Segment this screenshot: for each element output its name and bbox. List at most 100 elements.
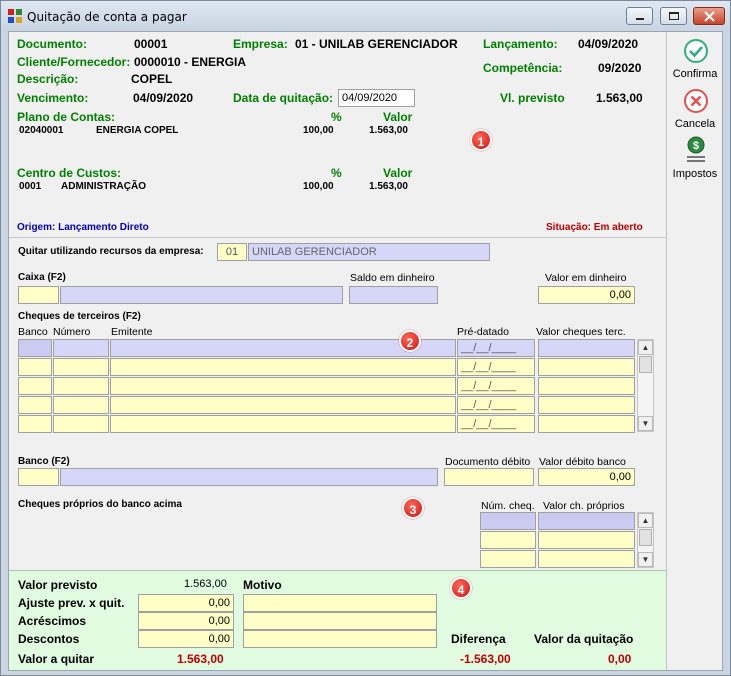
cheque-predatado-cell[interactable]: __/__/____	[457, 377, 535, 395]
cancela-button[interactable]: Cancela	[667, 86, 723, 132]
cheque-predatado-cell[interactable]: __/__/____	[457, 339, 535, 357]
minimize-button[interactable]	[626, 7, 653, 25]
diferenca-label: Diferença	[451, 632, 506, 646]
cheque-emitente-cell[interactable]	[110, 377, 456, 395]
valor-dinheiro-input[interactable]: 0,00	[538, 286, 635, 304]
cheque-banco-cell[interactable]	[18, 339, 52, 357]
centro-title: Centro de Custos:	[17, 166, 122, 180]
quitar-label: Quitar utilizando recursos da empresa:	[18, 246, 204, 257]
descontos-input[interactable]: 0,00	[138, 630, 234, 648]
acrescimos-input[interactable]: 0,00	[138, 612, 234, 630]
cheque-banco-cell[interactable]	[18, 377, 52, 395]
col-num-cheq: Núm. cheq.	[481, 500, 535, 512]
scroll-up-icon[interactable]: ▲	[638, 513, 653, 528]
scroll-down-icon[interactable]: ▼	[638, 552, 653, 567]
confirma-label: Confirma	[672, 68, 718, 80]
proprio-valor-cell[interactable]	[538, 512, 635, 530]
form-body: Documento: 00001 Empresa: 01 - UNILAB GE…	[8, 31, 723, 671]
scroll-thumb[interactable]	[639, 529, 652, 546]
cheque-valor-cell[interactable]	[538, 415, 635, 433]
motivo-descontos-input[interactable]	[243, 630, 437, 648]
cheque-numero-cell[interactable]	[53, 358, 109, 376]
valor-dinheiro-label: Valor em dinheiro	[545, 272, 627, 284]
impostos-button[interactable]: $ Impostos	[667, 136, 723, 182]
empresa-label: Empresa:	[233, 37, 288, 51]
data-quitacao-input[interactable]: 04/09/2020	[338, 89, 415, 107]
quitar-empresa-code[interactable]: 01	[217, 243, 247, 261]
scroll-down-icon[interactable]: ▼	[638, 416, 653, 431]
valor-debito-input[interactable]: 0,00	[538, 468, 635, 486]
cheque-numero-cell[interactable]	[53, 377, 109, 395]
valor-previsto-value: 1.563,00	[184, 578, 227, 590]
cheque-numero-cell[interactable]	[53, 339, 109, 357]
cheque-predatado-cell[interactable]: __/__/____	[457, 396, 535, 414]
plano-title: Plano de Contas:	[17, 110, 116, 124]
cheque-banco-cell[interactable]	[18, 358, 52, 376]
plano-row-pct: 100,00	[303, 125, 334, 136]
cheque-valor-cell[interactable]	[538, 358, 635, 376]
motivo-ajuste-input[interactable]	[243, 594, 437, 612]
documento-debito-input[interactable]	[444, 468, 534, 486]
cancela-label: Cancela	[674, 118, 716, 130]
proprio-valor-cell[interactable]	[538, 531, 635, 549]
cheque-predatado-cell[interactable]: __/__/____	[457, 415, 535, 433]
valor-previsto-label: Valor previsto	[18, 578, 98, 592]
cheque-valor-cell[interactable]	[538, 339, 635, 357]
scroll-thumb[interactable]	[639, 356, 652, 373]
marker-4: 4	[450, 577, 472, 599]
competencia-label: Competência:	[483, 61, 563, 75]
cheque-banco-cell[interactable]	[18, 396, 52, 414]
cheque-numero-cell[interactable]	[53, 415, 109, 433]
proprio-num-cell[interactable]	[480, 550, 536, 568]
confirma-button[interactable]: Confirma	[667, 36, 723, 82]
title-bar: Quitação de conta a pagar	[1, 1, 730, 31]
cheque-emitente-cell[interactable]	[110, 415, 456, 433]
cheque-numero-cell[interactable]	[53, 396, 109, 414]
centro-row-name: ADMINISTRAÇÃO	[61, 181, 146, 192]
cheques-proprios-scrollbar[interactable]: ▲ ▼	[637, 512, 654, 568]
banco-label: Banco (F2)	[18, 456, 70, 467]
valor-quitar-value: 1.563,00	[177, 652, 224, 666]
caixa-code-input[interactable]	[18, 286, 59, 304]
cheque-emitente-cell[interactable]	[110, 396, 456, 414]
data-quitacao-label: Data de quitação:	[233, 91, 334, 105]
competencia-value: 09/2020	[598, 61, 642, 75]
window: Quitação de conta a pagar Documento: 000…	[0, 0, 731, 676]
proprio-valor-cell[interactable]	[538, 550, 635, 568]
vencimento-label: Vencimento:	[17, 91, 89, 105]
banco-code-input[interactable]	[18, 468, 59, 486]
close-button[interactable]	[693, 7, 725, 25]
window-title: Quitação de conta a pagar	[27, 10, 187, 24]
scroll-up-icon[interactable]: ▲	[638, 340, 653, 355]
ajuste-input[interactable]: 0,00	[138, 594, 234, 612]
action-panel: Confirma Cancela $ Impostos	[666, 32, 722, 670]
documento-value: 00001	[134, 37, 168, 51]
plano-row-name: ENERGIA COPEL	[96, 125, 179, 136]
app-icon	[8, 9, 22, 23]
cheque-valor-cell[interactable]	[538, 396, 635, 414]
minimize-icon	[636, 18, 644, 20]
cheque-banco-cell[interactable]	[18, 415, 52, 433]
cheque-emitente-cell[interactable]	[110, 358, 456, 376]
centro-row-code: 0001	[19, 181, 42, 192]
cheque-valor-cell[interactable]	[538, 377, 635, 395]
empresa-value: 01 - UNILAB GERENCIADOR	[295, 37, 458, 51]
proprio-num-cell[interactable]	[480, 512, 536, 530]
motivo-acrescimos-input[interactable]	[243, 612, 437, 630]
valor-debito-label: Valor débito banco	[539, 456, 626, 468]
money-icon: $	[687, 136, 705, 162]
vl-previsto-value: 1.563,00	[596, 91, 643, 105]
maximize-button[interactable]	[660, 7, 687, 25]
proprio-num-cell[interactable]	[480, 531, 536, 549]
cheque-predatado-cell[interactable]: __/__/____	[457, 358, 535, 376]
close-icon	[704, 11, 715, 22]
origem-text: Origem: Lançamento Direto	[17, 222, 149, 233]
check-icon	[684, 39, 708, 63]
cheques-terceiros-scrollbar[interactable]: ▲ ▼	[637, 339, 654, 432]
descontos-label: Descontos	[18, 632, 80, 646]
centro-valor-header: Valor	[383, 166, 413, 180]
valor-quitacao-label: Valor da quitação	[534, 632, 634, 646]
motivo-label: Motivo	[243, 578, 282, 592]
centro-row-valor: 1.563,00	[369, 181, 408, 192]
caixa-label: Caixa (F2)	[18, 272, 66, 283]
